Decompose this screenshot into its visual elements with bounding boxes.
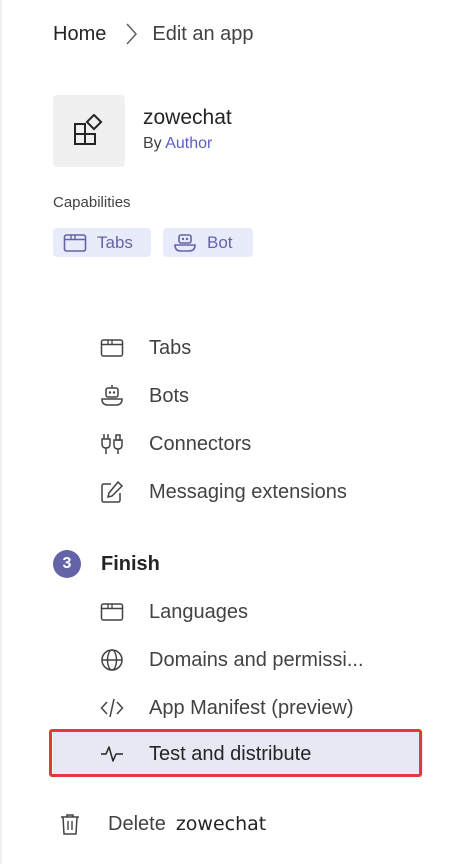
tabs-icon xyxy=(63,233,87,252)
nav-item-label: Languages xyxy=(149,600,248,623)
nav-item-messaging-extensions[interactable]: Messaging extensions xyxy=(53,470,423,514)
nav-item-label: Messaging extensions xyxy=(149,480,347,503)
nav-item-domains-permissions[interactable]: Domains and permissi... xyxy=(53,638,423,682)
pulse-icon xyxy=(101,746,123,762)
bot-icon xyxy=(174,233,196,252)
nav-item-label: Tabs xyxy=(149,336,192,359)
nav-item-connectors[interactable]: Connectors xyxy=(53,422,423,466)
breadcrumb-home-link[interactable]: Home xyxy=(53,23,106,46)
nav-item-test-and-distribute[interactable]: Test and distribute xyxy=(53,732,423,776)
breadcrumb-current: Edit an app xyxy=(152,22,254,45)
app-name: zowechat xyxy=(143,106,232,129)
nav-item-tabs[interactable]: Tabs xyxy=(53,326,423,370)
pane-divider xyxy=(0,0,2,864)
section-title: Finish xyxy=(101,552,160,575)
capabilities-heading: Capabilities xyxy=(53,194,131,211)
delete-label: Delete xyxy=(108,812,166,835)
globe-icon xyxy=(101,649,123,671)
nav-item-label: Test and distribute xyxy=(149,742,312,765)
breadcrumb: Home Edit an app xyxy=(53,21,254,47)
chip-label: Tabs xyxy=(97,232,133,252)
nav-item-label: Connectors xyxy=(149,432,252,455)
app-icon-tile xyxy=(53,95,125,167)
trash-icon xyxy=(61,814,79,835)
tabs-icon xyxy=(100,603,124,621)
step-badge: 3 xyxy=(53,550,81,578)
bot-icon xyxy=(101,385,123,406)
chevron-right-icon xyxy=(126,23,138,45)
nav-item-label: Bots xyxy=(149,384,190,407)
capability-chip-bot[interactable]: Bot xyxy=(163,228,253,257)
code-icon xyxy=(100,698,124,718)
nav-item-app-manifest[interactable]: App Manifest (preview) xyxy=(53,686,423,730)
capability-chip-tabs[interactable]: Tabs xyxy=(53,228,151,257)
app-author: By Author xyxy=(143,135,212,153)
delete-app-name: zowechat xyxy=(175,813,267,835)
chip-label: Bot xyxy=(207,232,233,252)
app-icon xyxy=(74,114,103,145)
author-link[interactable]: Author xyxy=(165,135,212,152)
author-prefix: By xyxy=(143,135,162,152)
nav-item-bots[interactable]: Bots xyxy=(53,374,423,418)
plug-icon xyxy=(101,434,123,454)
nav-item-label: App Manifest (preview) xyxy=(149,696,354,719)
nav-item-label: Domains and permissi... xyxy=(149,648,364,671)
finish-section-header: 3 Finish xyxy=(53,549,160,579)
delete-app-button[interactable]: Delete zowechat xyxy=(53,806,266,842)
tabs-icon xyxy=(100,339,124,357)
edit-icon xyxy=(101,480,124,503)
nav-item-languages[interactable]: Languages xyxy=(53,590,423,634)
